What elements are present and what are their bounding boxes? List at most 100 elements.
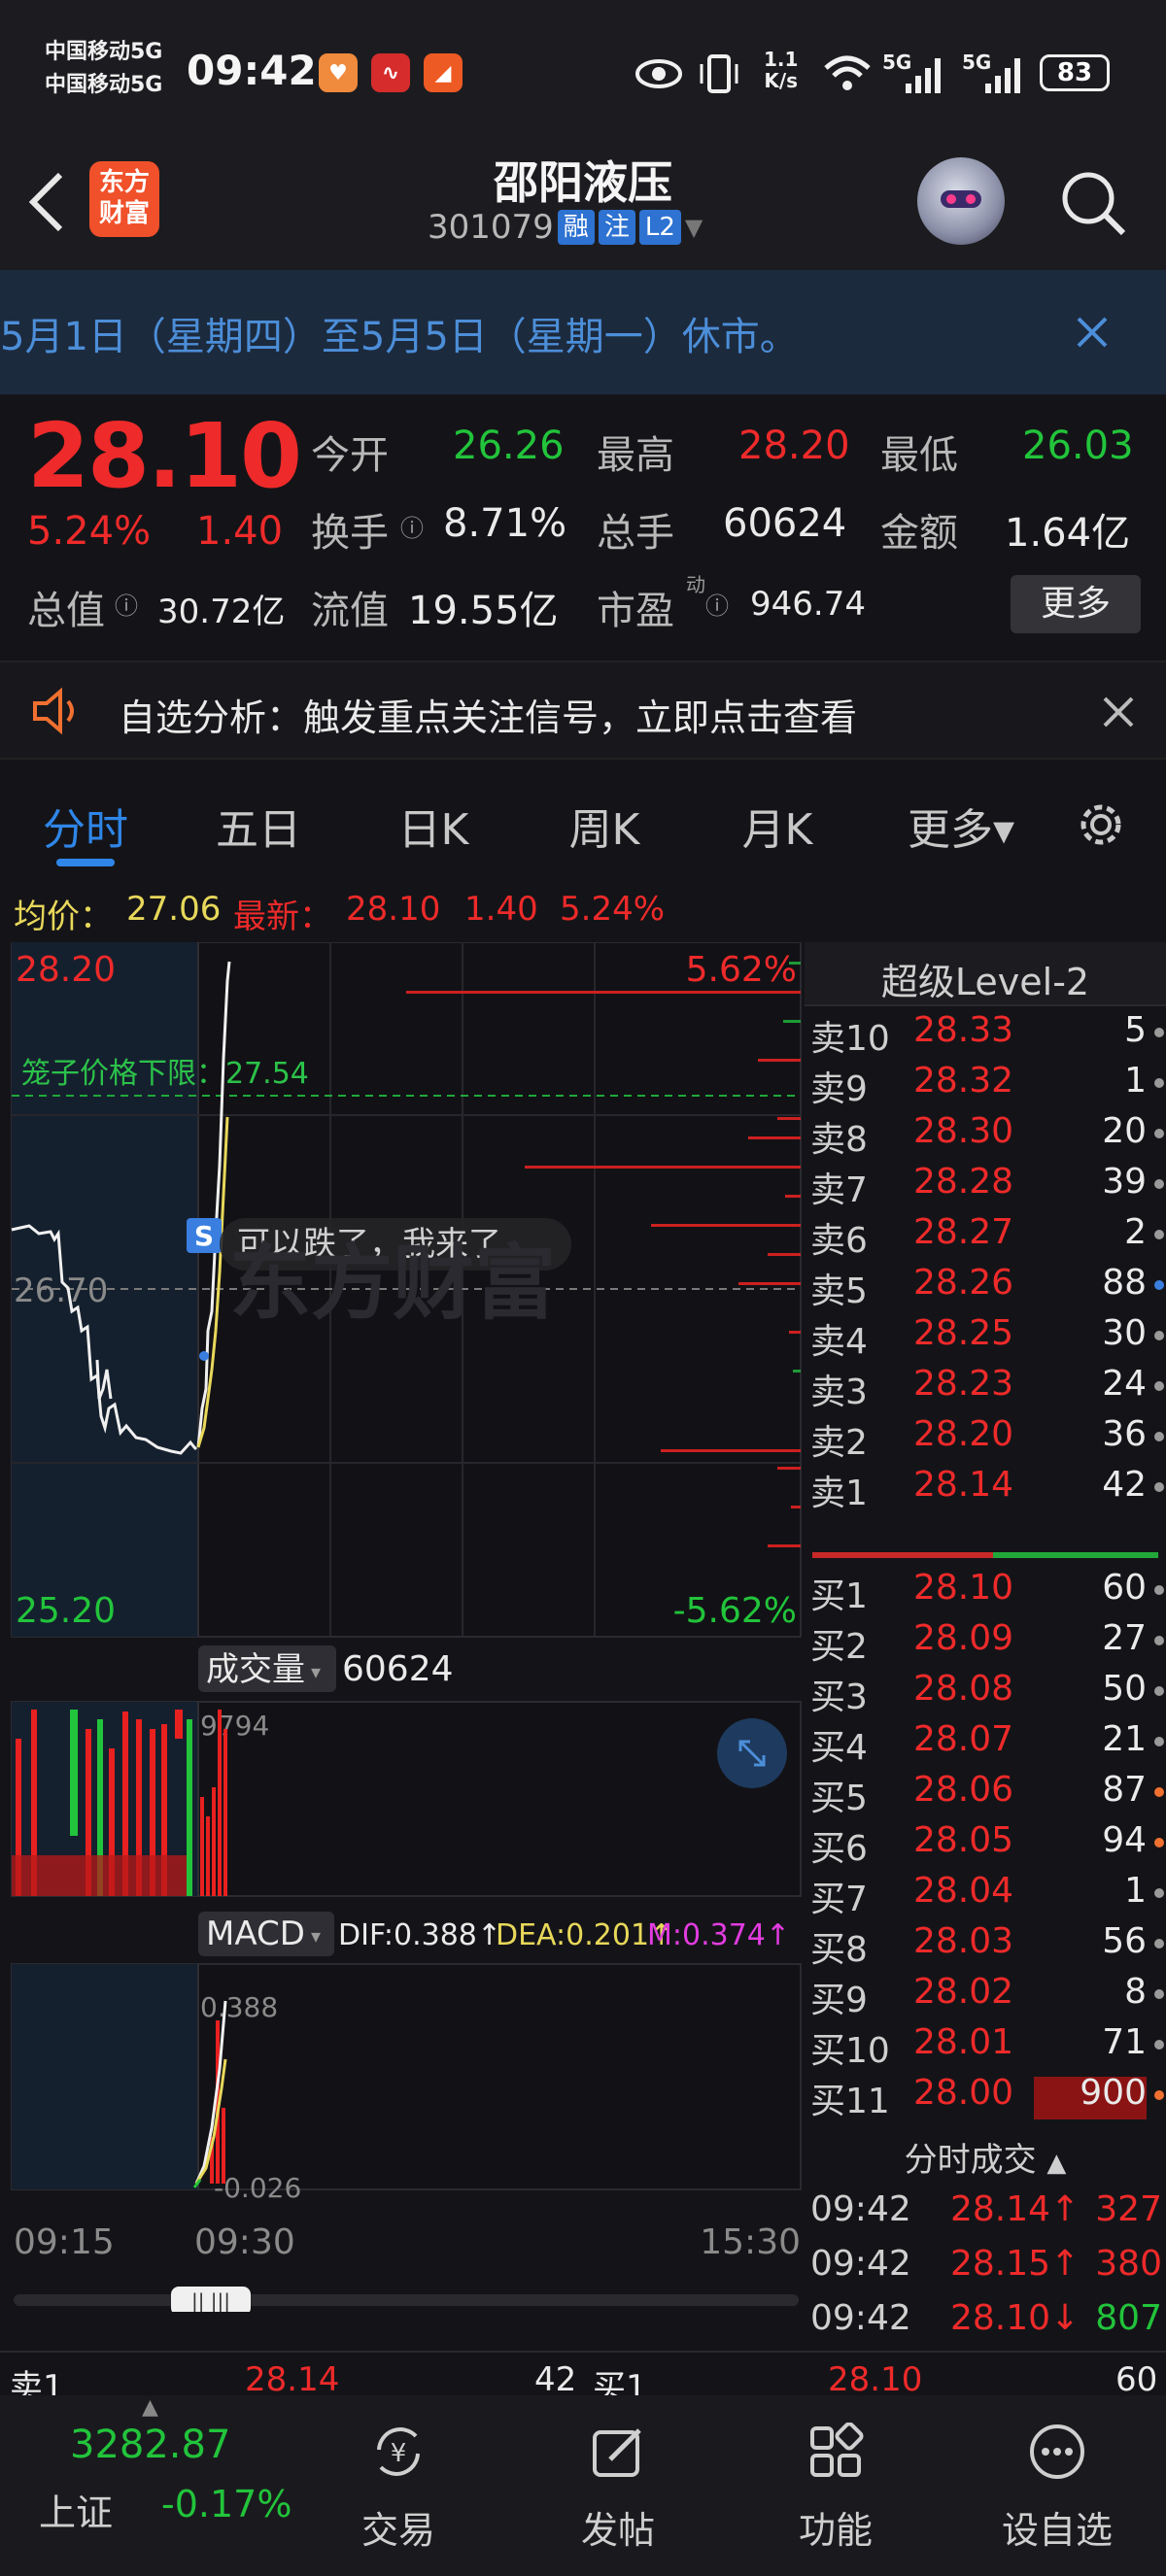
index-name: 上证	[39, 2491, 114, 2534]
ask-level-label: 卖6	[810, 1221, 868, 1261]
bid-row[interactable]: 买5 28.06 87	[805, 1770, 1166, 1820]
eye-icon	[635, 59, 682, 88]
index-change: -0.17%	[161, 2483, 292, 2525]
ask-row[interactable]: 卖10 28.33 5	[805, 1010, 1166, 1061]
bid-volume: 27	[1102, 1618, 1147, 1658]
low-value: 26.03	[1022, 424, 1134, 468]
dot-icon	[1154, 2040, 1164, 2050]
tab-more[interactable]: 更多▾	[888, 795, 1034, 857]
nav-trade[interactable]: ¥ 交易	[301, 2395, 496, 2576]
ask-row[interactable]: 卖8 28.30 20	[805, 1111, 1166, 1162]
close-notice-icon[interactable]	[1075, 315, 1110, 350]
bid-level-label: 买4	[810, 1728, 868, 1768]
net-speed-unit: K/s	[764, 69, 799, 92]
ask-row[interactable]: 卖6 28.27 2	[805, 1212, 1166, 1263]
trades-title[interactable]: 分时成交 ▲	[805, 2133, 1166, 2181]
ask-row[interactable]: 卖1 28.14 42	[805, 1465, 1166, 1511]
bid-row[interactable]: 买1 28.10 60	[805, 1568, 1166, 1618]
bid-level-label: 买6	[810, 1829, 868, 1869]
tab-daily-k[interactable]: 日K	[375, 795, 492, 857]
bid-volume: 60	[1102, 1568, 1147, 1608]
bid-level-label: 买10	[810, 2031, 890, 2071]
order-book-header[interactable]: 超级Level-2	[805, 942, 1166, 1006]
bid-row[interactable]: 买7 28.04 1	[805, 1871, 1166, 1921]
bid-row[interactable]: 买9 28.02 8	[805, 1972, 1166, 2022]
ask-price: 28.26	[913, 1263, 1014, 1303]
nav-add-watchlist[interactable]: 设自选	[960, 2395, 1154, 2576]
bid-volume: 21	[1102, 1719, 1147, 1759]
bid-row[interactable]: 买4 28.07 21	[805, 1719, 1166, 1770]
close-alert-icon[interactable]	[1102, 695, 1135, 729]
more-button[interactable]: 更多	[1011, 575, 1141, 633]
back-arrow-icon[interactable]	[27, 171, 66, 233]
dot-icon	[1154, 2090, 1164, 2100]
info-icon[interactable]: ⓘ	[705, 587, 729, 621]
pe-label: 市盈	[597, 589, 674, 633]
tab-five-day[interactable]: 五日	[200, 795, 317, 857]
bid-row[interactable]: 买2 28.09 27	[805, 1618, 1166, 1669]
macd-min-label: -0.026	[214, 2172, 301, 2204]
bid-row[interactable]: 买8 28.03 56	[805, 1921, 1166, 1972]
ask-price: 28.20	[913, 1414, 1014, 1454]
nav-post-label: 发帖	[580, 2509, 655, 2552]
bid-ask-ratio-red	[812, 1552, 993, 1558]
more-dots-icon	[1030, 2424, 1084, 2479]
search-icon[interactable]	[1057, 167, 1129, 239]
low-label: 最低	[880, 433, 958, 478]
tab-intraday[interactable]: 分时	[27, 795, 144, 857]
info-icon[interactable]: ⓘ	[115, 587, 138, 621]
market-closure-notice[interactable]: 5月1日（星期四）至5月5日（星期一）休市。	[0, 270, 1166, 394]
ask-volume: 88	[1102, 1263, 1147, 1303]
nav-post[interactable]: 发帖	[521, 2395, 715, 2576]
bottom-best-quote: 卖1 28.14 42 买1 28.10 60	[0, 2351, 1166, 2407]
ask-row[interactable]: 卖3 28.23 24	[805, 1364, 1166, 1414]
nav-functions[interactable]: 功能	[738, 2395, 933, 2576]
dot-icon	[1154, 1129, 1164, 1138]
status-time: 09:42	[187, 47, 317, 94]
eastmoney-logo[interactable]: 东方 财富	[89, 161, 159, 237]
change-amount: 1.40	[196, 509, 284, 554]
bid-price: 28.07	[913, 1719, 1014, 1759]
volume-selector-label: 成交量	[206, 1650, 305, 1689]
ask-price: 28.25	[913, 1313, 1014, 1353]
tab-monthly-k[interactable]: 月K	[719, 795, 836, 857]
bid-row[interactable]: 买10 28.01 71	[805, 2022, 1166, 2073]
stock-name[interactable]: 邵阳液压	[292, 148, 874, 212]
dot-icon	[1154, 1230, 1164, 1239]
top-percent-label: 5.62%	[686, 950, 797, 990]
ask-row[interactable]: 卖4 28.25 30	[805, 1313, 1166, 1364]
info-icon[interactable]: ⓘ	[400, 509, 424, 543]
trade-time: 09:42	[810, 2298, 911, 2338]
gear-icon[interactable]	[1073, 797, 1129, 853]
open-value: 26.26	[453, 424, 565, 468]
dot-icon	[1154, 1280, 1164, 1290]
cage-limit-label: 笼子价格下限：27.54	[21, 1057, 309, 1091]
bid-row[interactable]: 买11 28.00 900	[805, 2073, 1166, 2123]
dot-icon	[1154, 1179, 1164, 1189]
trade-price: 28.10↓	[950, 2298, 1080, 2338]
watchlist-alert-banner[interactable]: 自选分析：触发重点关注信号，立即点击查看	[0, 661, 1166, 760]
intraday-chart[interactable]: S 可以跌了，我来了 东方财富 28.20 5.62% 笼子价格下限：27.54…	[0, 942, 805, 2312]
dot-icon	[1154, 1888, 1164, 1898]
ask-row[interactable]: 卖7 28.28 39	[805, 1162, 1166, 1212]
ask-row[interactable]: 卖9 28.32 1	[805, 1061, 1166, 1111]
ask-price: 28.32	[913, 1061, 1014, 1101]
bid-row[interactable]: 买3 28.08 50	[805, 1669, 1166, 1719]
index-ticker[interactable]: ▲ 3282.87 上证 -0.17%	[0, 2395, 321, 2576]
bid-price: 28.01	[913, 2022, 1014, 2062]
bottom-percent-label: -5.62%	[673, 1591, 797, 1631]
ask-level-label: 卖8	[810, 1120, 868, 1160]
chevron-down-icon[interactable]: ▼	[685, 214, 703, 241]
bid-price: 28.04	[913, 1871, 1014, 1911]
tab-weekly-k[interactable]: 周K	[546, 795, 663, 857]
change-percent: 5.24%	[27, 509, 152, 554]
ask-level-label: 卖7	[810, 1170, 868, 1210]
time-scrollbar[interactable]	[14, 2294, 799, 2306]
market-cap-value: 30.72亿	[157, 593, 286, 631]
status-bar: 中国移动5G 中国移动5G 09:42 ♥ ∿ ◢ 1.1 K/s 5G 5G …	[0, 0, 1166, 146]
bid-row[interactable]: 买6 28.05 94	[805, 1820, 1166, 1871]
robot-assistant-icon[interactable]	[917, 157, 1005, 245]
ask-row[interactable]: 卖5 28.26 88	[805, 1263, 1166, 1313]
svg-text:▾: ▾	[311, 1924, 321, 1948]
ask-row[interactable]: 卖2 28.20 36	[805, 1414, 1166, 1465]
